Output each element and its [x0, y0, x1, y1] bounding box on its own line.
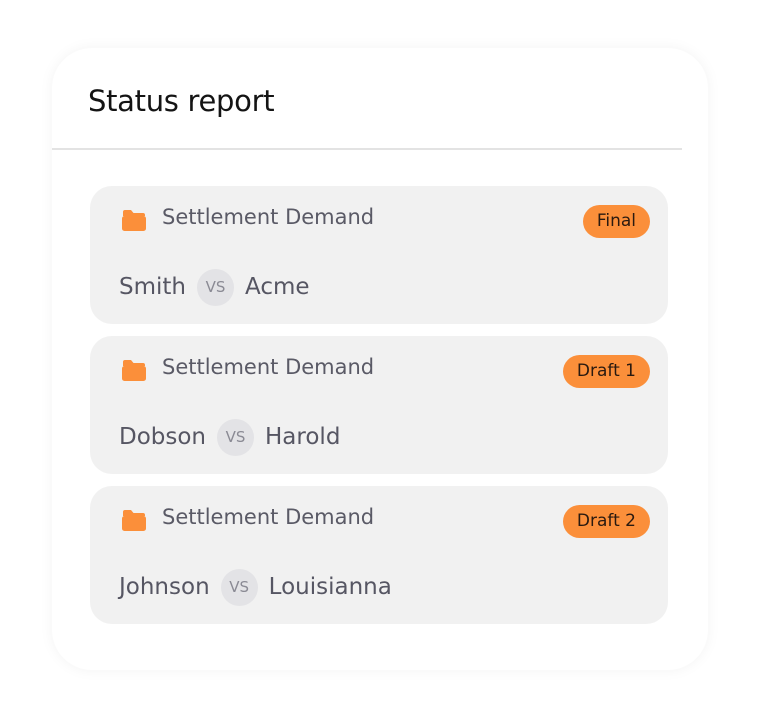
folder-icon: [122, 360, 146, 381]
case-parties: Smith VS Acme: [119, 268, 310, 306]
divider: [52, 148, 682, 150]
case-parties: Dobson VS Harold: [119, 418, 340, 456]
status-badge: Draft 1: [562, 355, 650, 388]
document-type: Settlement Demand: [162, 355, 375, 379]
vs-badge: VS: [217, 418, 255, 456]
status-badge: Final: [582, 205, 650, 238]
document-type: Settlement Demand: [162, 505, 375, 529]
vs-badge: VS: [220, 568, 258, 606]
vs-badge: VS: [197, 268, 234, 306]
page-title: Status report: [88, 84, 275, 118]
folder-icon: [122, 510, 146, 531]
document-type: Settlement Demand: [162, 205, 375, 229]
plaintiff-name: Dobson: [119, 424, 207, 450]
case-card[interactable]: Settlement Demand Final Smith VS Acme: [90, 186, 668, 324]
defendant-name: Harold: [265, 424, 341, 450]
plaintiff-name: Johnson: [119, 574, 210, 600]
defendant-name: Acme: [245, 274, 310, 300]
folder-icon: [122, 210, 146, 231]
plaintiff-name: Smith: [119, 274, 186, 300]
case-parties: Johnson VS Louisianna: [119, 568, 392, 606]
defendant-name: Louisianna: [268, 574, 392, 600]
status-badge: Draft 2: [562, 505, 650, 538]
case-card[interactable]: Settlement Demand Draft 1 Dobson VS Haro…: [90, 336, 668, 474]
case-card[interactable]: Settlement Demand Draft 2 Johnson VS Lou…: [90, 486, 668, 624]
